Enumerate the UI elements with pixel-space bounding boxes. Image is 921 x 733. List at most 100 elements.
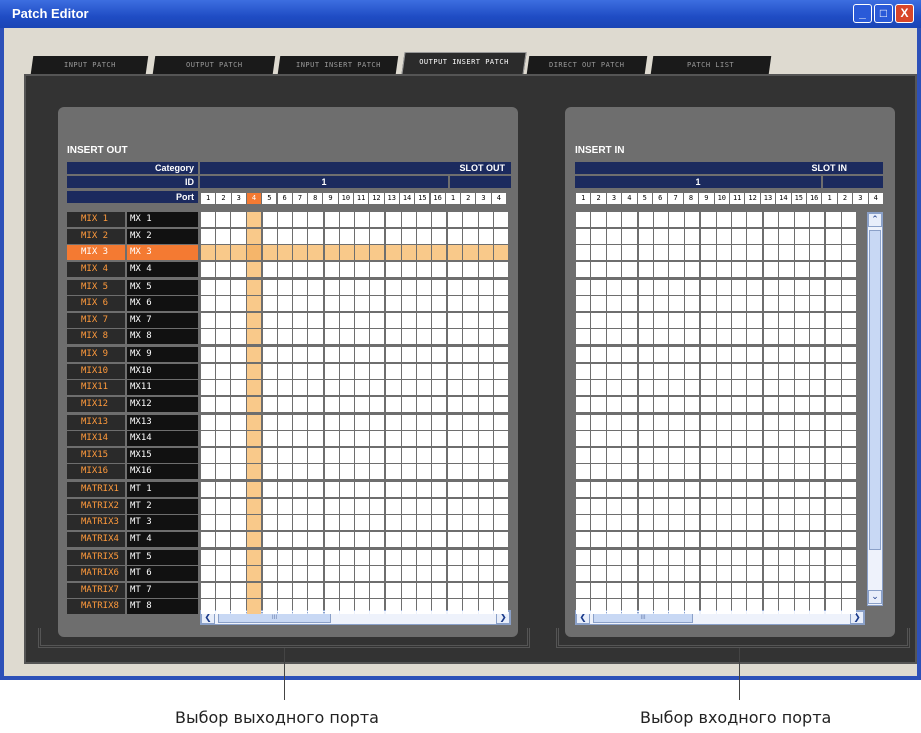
patch-cell[interactable] [638, 347, 653, 362]
channel-label[interactable]: MIX 4 [67, 261, 125, 277]
patch-cell[interactable] [716, 498, 731, 514]
patch-cell[interactable] [324, 212, 339, 227]
patch-cell[interactable] [278, 531, 293, 547]
patch-cell[interactable] [231, 414, 246, 430]
patch-cell[interactable] [448, 312, 463, 328]
patch-cell[interactable] [416, 431, 431, 446]
patch-cell[interactable] [606, 531, 622, 547]
patch-cell[interactable] [701, 566, 716, 581]
patch-cell[interactable] [638, 447, 653, 463]
patch-cell[interactable] [622, 228, 637, 244]
patch-cell[interactable] [794, 228, 809, 244]
patch-cell[interactable] [339, 279, 354, 295]
patch-cell[interactable] [763, 296, 779, 311]
patch-cell[interactable] [308, 279, 323, 295]
patch-cell[interactable] [763, 363, 779, 379]
patch-cell[interactable] [622, 329, 637, 344]
patch-cell[interactable] [747, 549, 762, 565]
patch-cell[interactable] [716, 515, 731, 530]
patch-cell[interactable] [432, 549, 447, 565]
patch-cell[interactable] [463, 228, 478, 244]
patch-cell[interactable] [493, 245, 508, 260]
patch-cell[interactable] [355, 531, 370, 547]
patch-cell[interactable] [448, 279, 463, 295]
patch-cell[interactable] [370, 566, 385, 581]
patch-cell[interactable] [201, 582, 216, 598]
patch-cell[interactable] [638, 566, 653, 581]
patch-cell[interactable] [654, 482, 669, 497]
patch-cell[interactable] [810, 464, 825, 479]
patch-cell[interactable] [654, 515, 669, 530]
patch-cell[interactable] [355, 347, 370, 362]
patch-cell[interactable] [386, 482, 401, 497]
patch-cell[interactable] [293, 279, 308, 295]
patch-cell[interactable] [794, 245, 809, 260]
patch-cell[interactable] [370, 431, 385, 446]
patch-cell[interactable] [747, 464, 762, 479]
patch-cell[interactable] [701, 431, 716, 446]
patch-cell[interactable] [669, 531, 684, 547]
patch-cell[interactable] [716, 296, 731, 311]
patch-cell[interactable] [591, 531, 606, 547]
patch-cell[interactable] [576, 582, 591, 598]
patch-cell[interactable] [826, 464, 841, 479]
patch-cell[interactable] [308, 566, 323, 581]
patch-cell[interactable] [779, 212, 794, 227]
patch-cell[interactable] [622, 498, 637, 514]
tab-input-insert-patch[interactable]: INPUT INSERT PATCH [277, 56, 399, 74]
patch-cell[interactable] [463, 279, 478, 295]
patch-cell[interactable] [716, 549, 731, 565]
patch-cell[interactable] [262, 414, 277, 430]
patch-cell[interactable] [779, 482, 794, 497]
patch-cell[interactable] [246, 329, 261, 344]
patch-cell[interactable] [262, 380, 277, 395]
patch-cell[interactable] [606, 347, 622, 362]
patch-cell[interactable] [669, 482, 684, 497]
patch-cell[interactable] [826, 531, 841, 547]
patch-cell[interactable] [684, 447, 700, 463]
patch-cell[interactable] [231, 599, 246, 614]
patch-cell[interactable] [278, 363, 293, 379]
patch-cell[interactable] [478, 464, 493, 479]
patch-cell[interactable] [231, 582, 246, 598]
patch-cell[interactable] [794, 312, 809, 328]
patch-cell[interactable] [810, 599, 825, 614]
patch-cell[interactable] [293, 363, 308, 379]
close-button[interactable]: X [895, 4, 914, 23]
patch-cell[interactable] [841, 515, 857, 530]
patch-cell[interactable] [478, 212, 493, 227]
patch-cell[interactable] [701, 396, 716, 412]
patch-cell[interactable] [654, 566, 669, 581]
patch-cell[interactable] [841, 380, 857, 395]
patch-cell[interactable] [654, 447, 669, 463]
patch-cell[interactable] [278, 482, 293, 497]
patch-cell[interactable] [622, 447, 637, 463]
patch-cell[interactable] [216, 414, 231, 430]
patch-cell[interactable] [463, 414, 478, 430]
patch-cell[interactable] [370, 599, 385, 614]
patch-cell[interactable] [701, 279, 716, 295]
patch-cell[interactable] [779, 279, 794, 295]
patch-cell[interactable] [216, 582, 231, 598]
patch-cell[interactable] [278, 212, 293, 227]
patch-cell[interactable] [622, 582, 637, 598]
patch-cell[interactable] [493, 531, 508, 547]
patch-cell[interactable] [262, 464, 277, 479]
patch-cell[interactable] [763, 431, 779, 446]
patch-cell[interactable] [493, 482, 508, 497]
patch-cell[interactable] [370, 414, 385, 430]
patch-cell[interactable] [493, 261, 508, 277]
patch-cell[interactable] [716, 261, 731, 277]
patch-cell[interactable] [779, 431, 794, 446]
patch-cell[interactable] [684, 380, 700, 395]
patch-cell[interactable] [493, 212, 508, 227]
patch-cell[interactable] [355, 261, 370, 277]
patch-cell[interactable] [716, 363, 731, 379]
patch-cell[interactable] [339, 582, 354, 598]
patch-cell[interactable] [841, 582, 857, 598]
patch-cell[interactable] [432, 245, 447, 260]
tab-input-patch[interactable]: INPUT PATCH [30, 56, 149, 74]
channel-label[interactable]: MIX 9 [67, 347, 125, 362]
patch-cell[interactable] [606, 515, 622, 530]
patch-cell[interactable] [216, 212, 231, 227]
